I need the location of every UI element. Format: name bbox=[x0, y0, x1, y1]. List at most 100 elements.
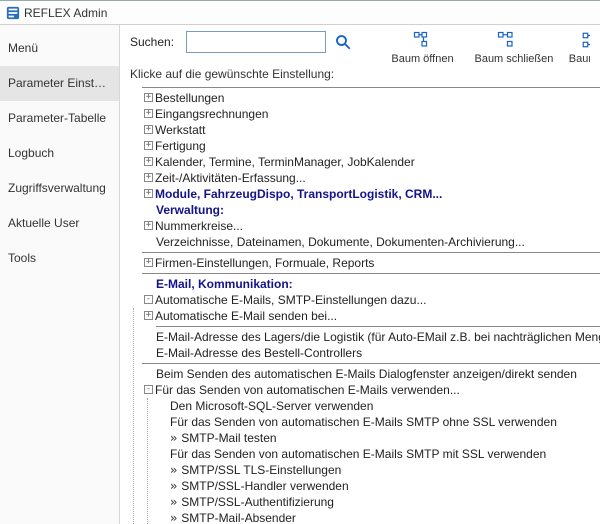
tree-label: Fertigung bbox=[155, 138, 206, 154]
tree-leaf[interactable]: »SMTP-Mail-Absender bbox=[156, 510, 600, 524]
search-label: Suchen: bbox=[130, 31, 178, 49]
tree-label: Firmen-Einstellungen, Formuale, Reports bbox=[155, 255, 374, 271]
tree-node[interactable]: +Fertigung bbox=[128, 138, 600, 154]
separator bbox=[142, 252, 600, 253]
tree-leaf[interactable]: Für das Senden von automatischen E-Mails… bbox=[156, 414, 600, 430]
tree-label: Nummerkreise... bbox=[155, 218, 243, 234]
sidebar-item-parameter-einstellungen[interactable]: Parameter Einstellungen bbox=[0, 66, 119, 101]
tree-section-verwaltung[interactable]: Verwaltung: bbox=[128, 202, 600, 218]
expand-icon[interactable]: + bbox=[144, 125, 153, 134]
bullet-icon: » bbox=[170, 462, 181, 478]
tree-label: Den Microsoft-SQL-Server verwenden bbox=[170, 398, 373, 414]
tree-leaf[interactable]: »SMTP/SSL TLS-Einstellungen bbox=[156, 462, 600, 478]
tree-label: Eingangsrechnungen bbox=[155, 106, 268, 122]
tree-label: SMTP-Mail testen bbox=[181, 430, 276, 446]
expand-icon[interactable]: + bbox=[144, 109, 153, 118]
tree-node[interactable]: +Nummerkreise... bbox=[128, 218, 600, 234]
titlebar: REFLEX Admin bbox=[0, 1, 600, 25]
tree-node[interactable]: Verzeichnisse, Dateinamen, Dokumente, Do… bbox=[128, 234, 600, 250]
toolbar-expand-label: Baum öffnen bbox=[391, 53, 453, 65]
sidebar-item-zugriffsverwaltung[interactable]: Zugriffsverwaltung bbox=[0, 171, 119, 206]
toolbar-collapse-label: Baum schließen bbox=[474, 53, 553, 65]
search-button[interactable] bbox=[334, 31, 352, 53]
separator bbox=[142, 273, 600, 274]
bullet-icon: » bbox=[170, 430, 181, 446]
tree-label: SMTP-Mail-Absender bbox=[181, 510, 296, 524]
tree-node-email-root[interactable]: -Automatische E-Mails, SMTP-Einstellunge… bbox=[128, 292, 600, 308]
tree-node[interactable]: +Automatische E-Mail senden bei... bbox=[142, 308, 600, 324]
toolbar-collapse-tree[interactable]: Baum schließen bbox=[474, 31, 538, 65]
tree-label: E-Mail, Kommunikation: bbox=[156, 276, 293, 292]
separator bbox=[156, 326, 600, 327]
tree-leaf[interactable]: E-Mail-Adresse des Bestell-Controllers bbox=[142, 345, 600, 361]
tree-leaf[interactable]: »SMTP/SSL-Handler verwenden bbox=[156, 478, 600, 494]
tree-label: E-Mail-Adresse des Lagers/die Logistik (… bbox=[156, 329, 600, 345]
tree-label: Kalender, Termine, TerminManager, JobKal… bbox=[155, 154, 415, 170]
tree-label: SMTP/SSL-Handler verwenden bbox=[181, 478, 348, 494]
search-input[interactable] bbox=[186, 31, 326, 53]
toolbar-export-tree[interactable]: Baum ex bbox=[558, 31, 590, 65]
sidebar: Menü Parameter Einstellungen Parameter-T… bbox=[0, 25, 120, 524]
app-window: REFLEX Admin Menü Parameter Einstellunge… bbox=[0, 0, 600, 524]
collapse-icon[interactable]: - bbox=[144, 385, 153, 394]
tree-leaf[interactable]: Den Microsoft-SQL-Server verwenden bbox=[156, 398, 600, 414]
tree-label: Verzeichnisse, Dateinamen, Dokumente, Do… bbox=[156, 234, 525, 250]
tree-expand-icon bbox=[390, 31, 454, 49]
tree-leaf[interactable]: Beim Senden des automatischen E-Mails Di… bbox=[142, 366, 600, 382]
separator bbox=[142, 87, 600, 88]
tree-label: Bestellungen bbox=[155, 90, 224, 106]
window-title: REFLEX Admin bbox=[24, 1, 107, 25]
toolbar-expand-tree[interactable]: Baum öffnen bbox=[390, 31, 454, 65]
tree-label: Module, FahrzeugDispo, TransportLogistik… bbox=[155, 186, 442, 202]
sidebar-item-parameter-tabelle[interactable]: Parameter-Tabelle bbox=[0, 101, 119, 136]
app-icon bbox=[6, 6, 20, 20]
sidebar-item-aktuelle-user[interactable]: Aktuelle User bbox=[0, 206, 119, 241]
tree-label: Verwaltung: bbox=[156, 202, 224, 218]
separator bbox=[142, 363, 600, 364]
tree-node[interactable]: -Für das Senden von automatischen E-Mail… bbox=[142, 382, 600, 398]
tree-label: Automatische E-Mails, SMTP-Einstellungen… bbox=[155, 292, 426, 308]
expand-icon[interactable]: + bbox=[144, 311, 153, 320]
collapse-icon[interactable]: - bbox=[144, 295, 153, 304]
tree-label: SMTP/SSL TLS-Einstellungen bbox=[181, 462, 341, 478]
sidebar-item-menu[interactable]: Menü bbox=[0, 25, 119, 66]
bullet-icon: » bbox=[170, 494, 181, 510]
tree-node[interactable]: +Zeit-/Aktivitäten-Erfassung... bbox=[128, 170, 600, 186]
expand-icon[interactable]: + bbox=[144, 258, 153, 267]
tree-collapse-icon bbox=[474, 31, 538, 49]
tree-label: Für das Senden von automatischen E-Mails… bbox=[170, 446, 546, 462]
expand-icon[interactable]: + bbox=[144, 157, 153, 166]
sidebar-item-logbuch[interactable]: Logbuch bbox=[0, 136, 119, 171]
tree-label: E-Mail-Adresse des Bestell-Controllers bbox=[156, 345, 362, 361]
settings-tree: +Bestellungen +Eingangsrechnungen +Werks… bbox=[120, 87, 600, 524]
tree-label: Für das Senden von automatischen E-Mails… bbox=[170, 414, 557, 430]
tree-leaf[interactable]: »SMTP/SSL-Authentifizierung bbox=[156, 494, 600, 510]
tree-label: Für das Senden von automatischen E-Mails… bbox=[155, 382, 460, 398]
expand-icon[interactable]: + bbox=[144, 189, 153, 198]
toolbar-hint: Klicke auf die gewünschte Einstellung: bbox=[120, 67, 600, 85]
tree-label: Werkstatt bbox=[155, 122, 205, 138]
bullet-icon: » bbox=[170, 510, 181, 524]
tree-label: SMTP/SSL-Authentifizierung bbox=[181, 494, 334, 510]
tree-section-email[interactable]: E-Mail, Kommunikation: bbox=[128, 276, 600, 292]
expand-icon[interactable]: + bbox=[144, 141, 153, 150]
expand-icon[interactable]: + bbox=[144, 221, 153, 230]
expand-icon[interactable]: + bbox=[144, 93, 153, 102]
tree-leaf[interactable]: »SMTP-Mail testen bbox=[156, 430, 600, 446]
search-icon bbox=[334, 33, 352, 51]
tree-node[interactable]: +Werkstatt bbox=[128, 122, 600, 138]
tree-label: Zeit-/Aktivitäten-Erfassung... bbox=[155, 170, 306, 186]
expand-icon[interactable]: + bbox=[144, 173, 153, 182]
sidebar-item-tools[interactable]: Tools bbox=[0, 241, 119, 276]
tree-node[interactable]: +Eingangsrechnungen bbox=[128, 106, 600, 122]
tree-section-module[interactable]: +Module, FahrzeugDispo, TransportLogisti… bbox=[128, 186, 600, 202]
tree-export-icon bbox=[558, 31, 590, 49]
tree-leaf[interactable]: Für das Senden von automatischen E-Mails… bbox=[156, 446, 600, 462]
tree-node-firmen[interactable]: +Firmen-Einstellungen, Formuale, Reports bbox=[128, 255, 600, 271]
toolbar-export-label: Baum ex bbox=[569, 53, 590, 65]
tree-label: Automatische E-Mail senden bei... bbox=[155, 308, 337, 324]
tree-leaf[interactable]: E-Mail-Adresse des Lagers/die Logistik (… bbox=[142, 329, 600, 345]
tree-node[interactable]: +Bestellungen bbox=[128, 90, 600, 106]
tree-label: Beim Senden des automatischen E-Mails Di… bbox=[156, 366, 577, 382]
tree-node[interactable]: +Kalender, Termine, TerminManager, JobKa… bbox=[128, 154, 600, 170]
